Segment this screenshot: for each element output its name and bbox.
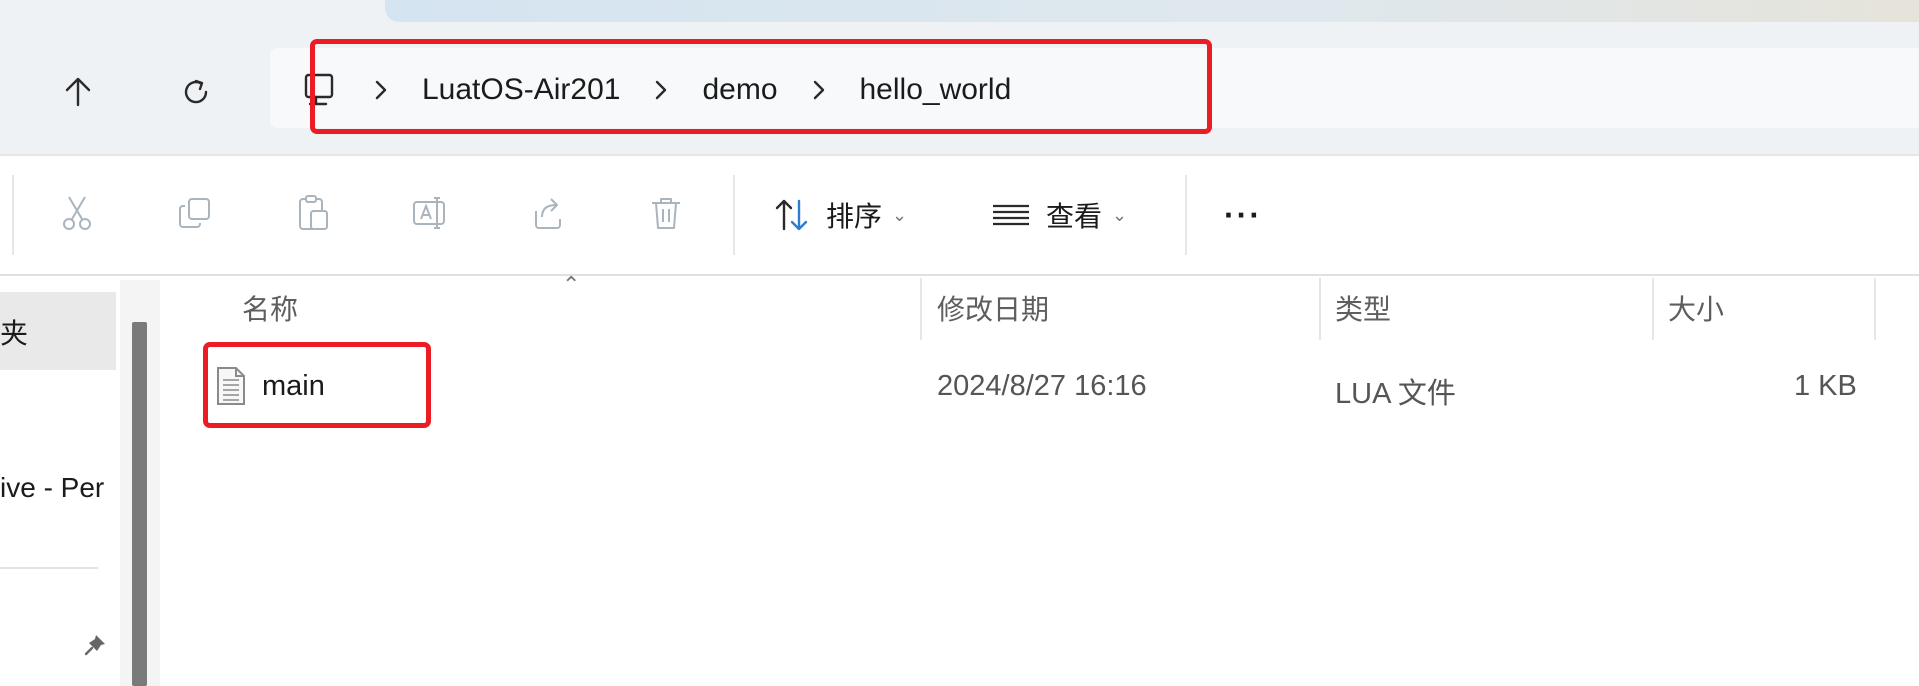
view-label: 查看 <box>1046 201 1103 232</box>
column-header-size[interactable]: 大小 <box>1668 288 1724 328</box>
chevron-down-icon: ⌄ <box>1112 204 1128 225</box>
column-divider[interactable] <box>1319 278 1321 340</box>
view-list-icon <box>990 195 1032 235</box>
view-dropdown[interactable]: 查看 ⌄ <box>990 186 1127 244</box>
refresh-button[interactable] <box>166 64 226 124</box>
column-divider[interactable] <box>1652 278 1654 340</box>
paste-button[interactable] <box>283 185 343 245</box>
sort-icon <box>772 195 812 235</box>
cut-button[interactable] <box>47 185 107 245</box>
arrow-up-icon <box>61 75 95 114</box>
sort-dropdown[interactable]: 排序 ⌄ <box>772 186 907 244</box>
scissors-icon <box>57 193 97 238</box>
sort-label: 排序 <box>826 201 883 232</box>
share-button[interactable] <box>518 185 578 245</box>
nav-item-label[interactable]: ive - Per <box>0 472 104 504</box>
file-size: 1 KB <box>1794 370 1857 402</box>
more-icon: ··· <box>1224 196 1262 233</box>
toolbar-divider <box>1185 175 1187 255</box>
refresh-icon <box>179 75 213 114</box>
copy-button[interactable] <box>165 185 225 245</box>
toolbar-divider <box>733 175 735 255</box>
nav-scrollbar-thumb[interactable] <box>132 322 147 686</box>
file-type: LUA 文件 <box>1335 378 1456 410</box>
delete-button[interactable] <box>636 185 696 245</box>
rename-icon <box>410 193 450 238</box>
trash-icon <box>646 193 686 238</box>
column-header-type[interactable]: 类型 <box>1335 288 1391 328</box>
sort-ascending-icon: ⌃ <box>562 272 581 297</box>
column-header-modified[interactable]: 修改日期 <box>937 288 1049 328</box>
up-button[interactable] <box>48 64 108 124</box>
share-icon <box>528 193 568 238</box>
highlight-box-file <box>203 342 431 428</box>
column-divider[interactable] <box>920 278 922 340</box>
toolbar-divider <box>12 175 14 255</box>
pin-icon[interactable] <box>82 632 108 663</box>
chevron-down-icon: ⌄ <box>892 204 908 225</box>
column-header-name[interactable]: 名称 <box>242 288 298 328</box>
column-divider[interactable] <box>1874 278 1876 340</box>
highlight-box-address <box>310 39 1212 134</box>
clipboard-icon <box>293 193 333 238</box>
file-modified: 2024/8/27 16:16 <box>937 370 1147 402</box>
copy-icon <box>175 193 215 238</box>
more-options-button[interactable]: ··· <box>1224 186 1262 244</box>
nav-item-label[interactable]: 夹 <box>0 312 28 352</box>
rename-button[interactable] <box>400 185 460 245</box>
active-tab-edge <box>385 0 1919 22</box>
nav-divider <box>0 567 98 569</box>
